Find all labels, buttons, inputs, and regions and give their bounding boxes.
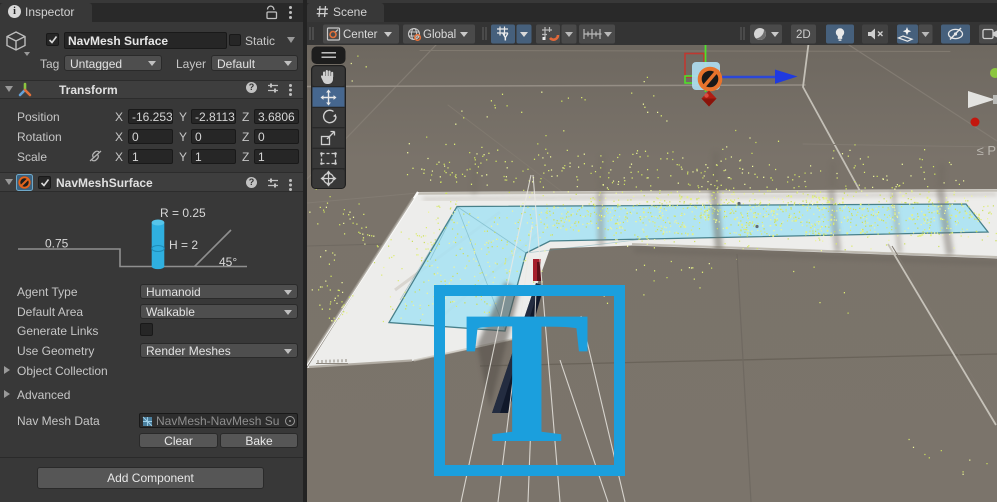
- svg-text:Y: Y: [502, 33, 509, 44]
- svg-text:R = 0.25: R = 0.25: [160, 206, 206, 220]
- svg-text:T: T: [464, 273, 591, 483]
- svg-text:45°: 45°: [219, 255, 237, 269]
- svg-text:≤ P: ≤ P: [977, 143, 996, 158]
- svg-text:Center: Center: [343, 29, 378, 41]
- svg-text:0.75: 0.75: [45, 237, 69, 251]
- svg-text:H = 2: H = 2: [169, 238, 198, 252]
- svg-text:2D: 2D: [796, 29, 811, 41]
- svg-text:Global: Global: [423, 29, 456, 41]
